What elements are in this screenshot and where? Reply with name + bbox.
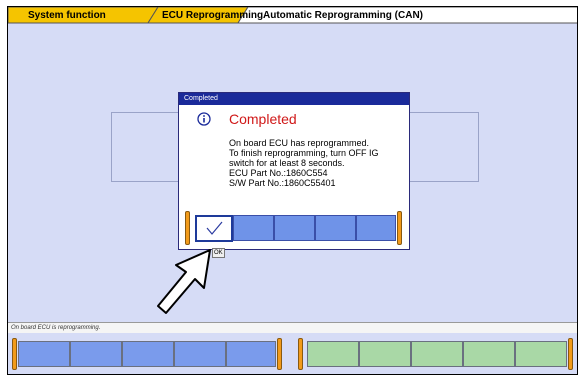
- checkmark-icon: [206, 221, 223, 235]
- dialog-key-4[interactable]: [315, 215, 356, 241]
- breadcrumb: System function ECU Reprogramming Automa…: [8, 7, 577, 25]
- function-key-2[interactable]: [70, 341, 122, 367]
- breadcrumb-ecu-reprogramming[interactable]: ECU Reprogramming: [162, 10, 263, 21]
- function-key-7[interactable]: [359, 341, 411, 367]
- info-icon: [197, 112, 211, 126]
- dialog-title-bar: Completed: [179, 93, 409, 105]
- breadcrumb-system-function[interactable]: System function: [28, 10, 106, 21]
- message-line: switch for at least 8 seconds.: [229, 158, 345, 168]
- completed-dialog: Completed Completed On board ECU has rep…: [178, 92, 410, 250]
- left-bar-cap: [298, 338, 303, 370]
- dialog-button-bar: [185, 211, 403, 245]
- function-key-9[interactable]: [463, 341, 515, 367]
- left-bar-cap: [12, 338, 17, 370]
- main-window: System function ECU Reprogramming Automa…: [7, 6, 578, 375]
- arrow-pointer-icon: [157, 249, 211, 314]
- message-line: To finish reprogramming, turn OFF IG: [229, 148, 379, 158]
- function-key-8[interactable]: [411, 341, 463, 367]
- message-line: S/W Part No.:1860C55401: [229, 178, 336, 188]
- dialog-key-3[interactable]: [274, 215, 315, 241]
- ok-button[interactable]: [195, 215, 233, 242]
- function-key-6[interactable]: [307, 341, 359, 367]
- dialog-key-5[interactable]: [356, 215, 396, 241]
- message-line: On board ECU has reprogrammed.: [229, 138, 370, 148]
- dialog-heading: Completed: [229, 111, 297, 127]
- message-line: ECU Part No.:1860C554: [229, 168, 328, 178]
- function-key-4[interactable]: [174, 341, 226, 367]
- function-key-5[interactable]: [226, 341, 276, 367]
- right-bar-cap: [277, 338, 282, 370]
- dialog-message: On board ECU has reprogrammed. To finish…: [229, 138, 405, 188]
- function-key-1[interactable]: [18, 341, 70, 367]
- status-bar: On board ECU is reprogramming.: [8, 322, 577, 333]
- function-key-bar-right: [298, 338, 576, 370]
- breadcrumb-automatic-reprogramming: Automatic Reprogramming (CAN): [263, 10, 424, 21]
- function-key-3[interactable]: [122, 341, 174, 367]
- right-bar-cap: [568, 338, 573, 370]
- function-key-bar-left: [12, 338, 282, 370]
- right-bar-cap: [397, 211, 402, 245]
- function-key-10[interactable]: [515, 341, 567, 367]
- left-bar-cap: [185, 211, 190, 245]
- dialog-key-2[interactable]: [233, 215, 274, 241]
